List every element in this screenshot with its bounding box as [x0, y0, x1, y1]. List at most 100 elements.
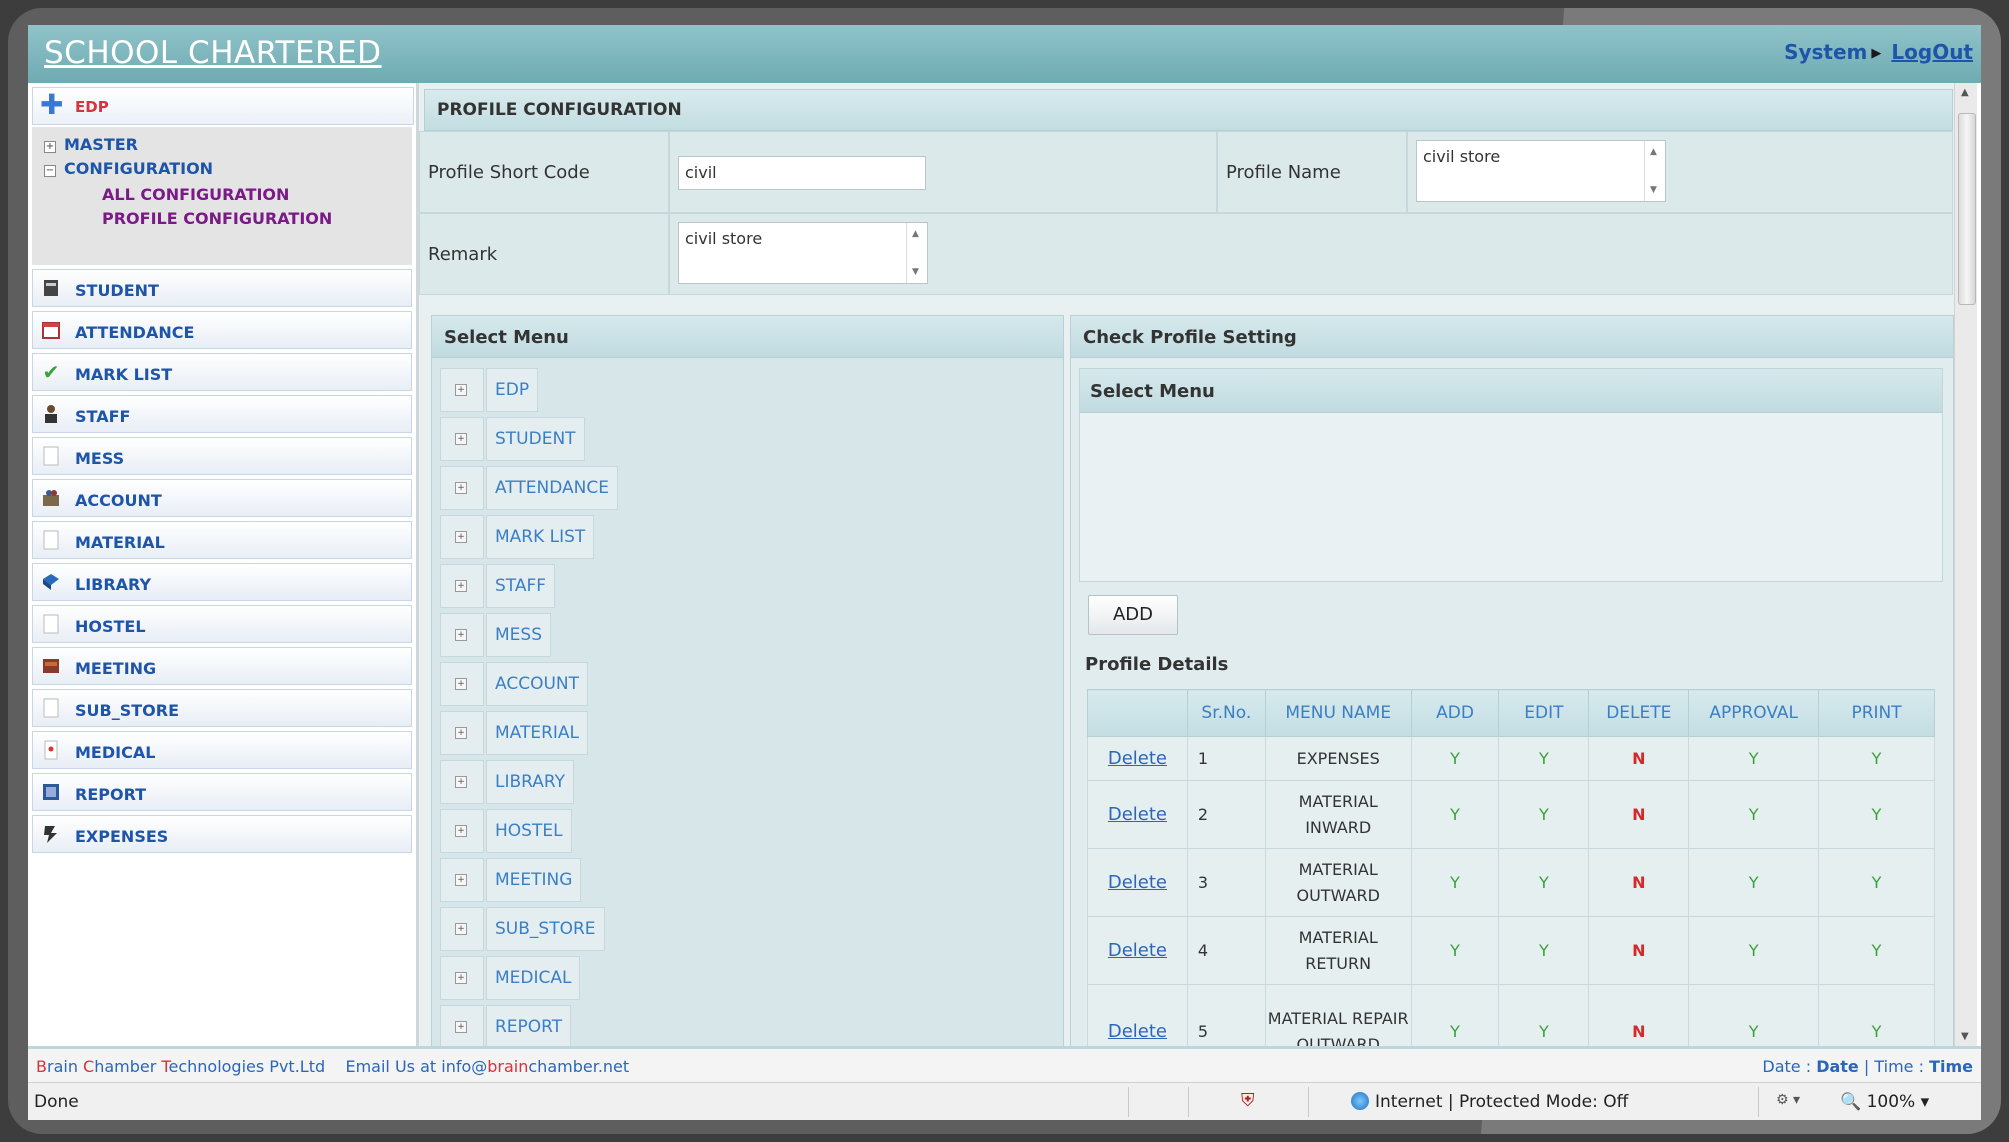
sidebar-item-report[interactable]: REPORT	[32, 773, 412, 811]
expand-icon[interactable]: +	[440, 466, 484, 510]
sidebar-item-sub-store[interactable]: SUB_STORE	[32, 689, 412, 727]
sidebar-item-library[interactable]: LIBRARY	[32, 563, 412, 601]
sidebar-item-material[interactable]: MATERIAL	[32, 521, 412, 559]
delete-flag: N	[1588, 848, 1690, 917]
scroll-down-icon[interactable]: ▼	[912, 267, 919, 277]
expand-icon[interactable]: +	[440, 711, 484, 755]
app-header: SCHOOL CHARTERED System ▶ LogOut	[28, 25, 1981, 83]
expand-icon[interactable]: +	[440, 564, 484, 608]
delete-link[interactable]: Delete	[1108, 748, 1167, 769]
menu-tree-label[interactable]: EDP	[486, 368, 539, 412]
sidebar-item-staff[interactable]: STAFF	[32, 395, 412, 433]
menu-tree-label[interactable]: ACCOUNT	[486, 662, 588, 706]
scrollbar-thumb[interactable]	[1958, 113, 1976, 305]
menu-tree-label[interactable]: HOSTEL	[486, 809, 572, 853]
sidebar-item-edp[interactable]: ✚ EDP	[32, 87, 414, 125]
expand-icon[interactable]: +	[440, 809, 484, 853]
sidebar-item-attendance[interactable]: ATTENDANCE	[32, 311, 412, 349]
menu-tree-label[interactable]: MEETING	[486, 858, 582, 902]
expand-icon[interactable]: +	[440, 368, 484, 412]
expand-icon[interactable]: +	[440, 858, 484, 902]
check-profile-panel: Check Profile Setting Select Menu ADD Pr…	[1070, 315, 1954, 1046]
textarea-scrollbar[interactable]: ▲ ▼	[906, 223, 927, 283]
security-shield-icon[interactable]: ⛨	[1241, 1090, 1261, 1112]
sidebar-item-medical[interactable]: MEDICAL	[32, 731, 412, 769]
add-flag: Y	[1410, 848, 1500, 917]
expand-icon[interactable]: +	[440, 1005, 484, 1046]
medical-icon	[41, 739, 61, 761]
zoom-control[interactable]: 🔍 100% ▾	[1840, 1092, 1929, 1112]
profile-name-textarea[interactable]: civil store ▲ ▼	[1416, 140, 1666, 202]
tree-leaf-all-configuration[interactable]: ALL CONFIGURATION	[102, 185, 289, 204]
scroll-down-icon[interactable]: ▼	[1650, 185, 1657, 195]
menu-tree-label[interactable]: MEDICAL	[486, 956, 581, 1000]
sidebar-item-mess[interactable]: MESS	[32, 437, 412, 475]
scroll-down-icon[interactable]: ▼	[1961, 1031, 1969, 1042]
menu-tree-label[interactable]: MARK LIST	[486, 515, 595, 559]
menu-tree-label[interactable]: MATERIAL	[486, 711, 589, 755]
delete-link[interactable]: Delete	[1108, 940, 1167, 961]
tree-leaf-profile-configuration[interactable]: PROFILE CONFIGURATION	[102, 209, 332, 228]
delete-link[interactable]: Delete	[1108, 1021, 1167, 1042]
collapse-icon[interactable]: −	[44, 165, 56, 177]
delete-link[interactable]: Delete	[1108, 872, 1167, 893]
approval-flag: Y	[1688, 848, 1820, 917]
page-scrollbar[interactable]: ▲ ▼	[1954, 83, 1977, 1046]
delete-link[interactable]: Delete	[1108, 804, 1167, 825]
tree-node-configuration[interactable]: − CONFIGURATION	[44, 159, 213, 178]
edit-flag: Y	[1498, 984, 1590, 1046]
brand-text: echnologies Pvt.Ltd	[168, 1057, 326, 1076]
app-title[interactable]: SCHOOL CHARTERED	[44, 35, 382, 71]
system-menu[interactable]: System	[1784, 40, 1867, 64]
expand-icon[interactable]: +	[440, 956, 484, 1000]
protected-mode-settings-icon[interactable]: ⚙ ▾	[1776, 1092, 1800, 1108]
triangle-right-icon: ▶	[1871, 46, 1882, 61]
textarea-scrollbar[interactable]: ▲ ▼	[1644, 141, 1665, 201]
profile-short-code-input[interactable]: civil	[678, 156, 926, 190]
zone-text: Internet | Protected Mode: Off	[1375, 1092, 1629, 1112]
delete-flag: N	[1588, 916, 1690, 985]
sidebar-item-hostel[interactable]: HOSTEL	[32, 605, 412, 643]
menu-tree-label[interactable]: STUDENT	[486, 417, 585, 461]
menu-tree-label[interactable]: MESS	[486, 613, 551, 657]
approval-flag: Y	[1688, 984, 1820, 1046]
scroll-up-icon[interactable]: ▲	[912, 229, 919, 239]
remark-textarea[interactable]: civil store ▲ ▼	[678, 222, 928, 284]
sidebar-item-account[interactable]: ACCOUNT	[32, 479, 412, 517]
email-brand: brain	[487, 1057, 529, 1076]
sidebar-item-expenses[interactable]: EXPENSES	[32, 815, 412, 853]
menu-tree-label[interactable]: STAFF	[486, 564, 556, 608]
tree-node-master[interactable]: + MASTER	[44, 135, 138, 154]
browser-status-bar: Done ⛨ Internet | Protected Mode: Off ⚙ …	[28, 1082, 1981, 1120]
column-header: APPROVAL	[1688, 689, 1820, 737]
email-link[interactable]: Email Us at info@brainchamber.net	[345, 1057, 629, 1076]
scroll-up-icon[interactable]: ▲	[1961, 87, 1969, 98]
sidebar-item-meeting[interactable]: MEETING	[32, 647, 412, 685]
expand-icon[interactable]: +	[440, 760, 484, 804]
add-button[interactable]: ADD	[1088, 595, 1178, 635]
menu-tree-label[interactable]: SUB_STORE	[486, 907, 605, 951]
date-value: Date	[1816, 1057, 1859, 1076]
sr-cell: 3	[1186, 848, 1266, 917]
scroll-up-icon[interactable]: ▲	[1650, 147, 1657, 157]
email-text: Email Us at info@	[345, 1057, 488, 1076]
expand-icon[interactable]: +	[440, 613, 484, 657]
sidebar-item-student[interactable]: STUDENT	[32, 269, 412, 307]
logout-link[interactable]: LogOut	[1891, 40, 1973, 64]
edit-flag: Y	[1498, 916, 1590, 985]
status-separator	[1308, 1087, 1309, 1117]
expand-icon[interactable]: +	[440, 662, 484, 706]
sidebar-item-mark-list[interactable]: ✔ MARK LIST	[32, 353, 412, 391]
expand-icon[interactable]: +	[440, 515, 484, 559]
expand-icon[interactable]: +	[44, 141, 56, 153]
sidebar-item-label: LIBRARY	[75, 575, 152, 594]
select-menu-panel: Select Menu + EDP + STUDENT + ATTENDANCE + M…	[431, 315, 1064, 1046]
brand-letter: B	[36, 1057, 47, 1076]
expand-icon[interactable]: +	[440, 907, 484, 951]
menu-tree-label[interactable]: ATTENDANCE	[486, 466, 618, 510]
panel-title: Check Profile Setting	[1083, 327, 1297, 348]
menu-tree-label[interactable]: LIBRARY	[486, 760, 575, 804]
menu-tree-label[interactable]: REPORT	[486, 1005, 572, 1046]
security-zone[interactable]: Internet | Protected Mode: Off	[1351, 1092, 1628, 1112]
expand-icon[interactable]: +	[440, 417, 484, 461]
